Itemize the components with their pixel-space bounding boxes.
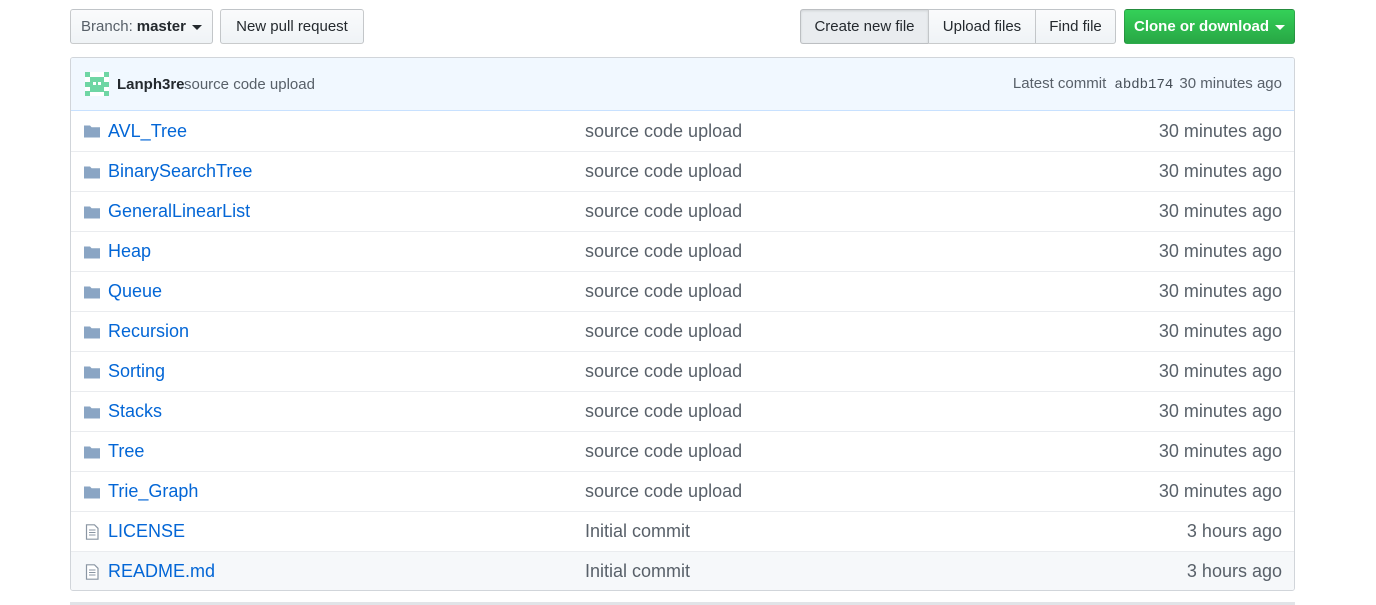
commit-sha[interactable]: abdb174 [1114,77,1173,93]
folder-icon [83,204,101,220]
file-list: Lanph3re source code upload Latest commi… [70,57,1295,591]
file-age: 30 minutes ago [1158,120,1282,141]
file-name-link[interactable]: AVL_Tree [108,121,187,142]
file-row: Stacks source code upload 30 minutes ago [71,391,1294,431]
file-age: 30 minutes ago [1158,441,1282,461]
clone-or-download-button[interactable]: Clone or download [1124,9,1295,44]
file-name-link[interactable]: Tree [108,441,144,462]
new-pull-request-button[interactable]: New pull request [220,9,364,44]
file-age: 30 minutes ago [1158,321,1282,341]
file-name-link[interactable]: Stacks [108,401,162,422]
folder-icon [83,324,101,340]
file-commit-message[interactable]: Initial commit [585,561,690,582]
file-age: 30 minutes ago [1158,201,1282,221]
latest-commit-bar: Lanph3re source code upload Latest commi… [71,58,1294,111]
upload-files-button[interactable]: Upload files [928,9,1036,44]
file-row: BinarySearchTree source code upload 30 min… [71,151,1294,191]
create-new-file-button[interactable]: Create new file [800,9,929,44]
folder-icon [83,164,101,180]
folder-icon [83,484,101,500]
file-name-link[interactable]: Queue [108,281,162,302]
file-row: README.md Initial commit 3 hours ago [71,551,1294,590]
folder-icon [83,364,101,380]
file-name-link[interactable]: README.md [108,561,215,582]
find-file-button[interactable]: Find file [1035,9,1116,44]
file-row: Heap source code upload 30 minutes ago [71,231,1294,271]
file-row: Tree source code upload 30 minutes ago [71,431,1294,471]
file-age: 30 minutes ago [1158,241,1282,261]
file-name-link[interactable]: Sorting [108,361,165,382]
file-commit-message[interactable]: source code upload [585,281,742,302]
chevron-down-icon [191,25,202,30]
file-commit-message[interactable]: source code upload [585,321,742,342]
file-icon [83,564,101,580]
commit-message[interactable]: source code upload [184,76,315,93]
commit-author[interactable]: Lanph3re [117,76,185,93]
folder-icon [83,284,101,300]
file-age: 3 hours ago [1186,561,1282,581]
branch-label: Branch: [81,18,133,35]
file-age: 30 minutes ago [1158,401,1282,421]
commit-age: 30 minutes ago [1179,75,1282,92]
avatar[interactable] [85,72,109,96]
folder-icon [83,123,101,139]
file-row: LICENSE Initial commit 3 hours ago [71,511,1294,551]
file-row: Trie_Graph source code upload 30 minutes a… [71,471,1294,511]
file-name-link[interactable]: LICENSE [108,521,185,542]
folder-icon [83,404,101,420]
file-name-link[interactable]: Trie_Graph [108,481,198,502]
file-age: 3 hours ago [1186,521,1282,541]
chevron-down-icon [1275,25,1285,30]
branch-select-button[interactable]: Branch: master [70,9,213,44]
file-name-link[interactable]: Heap [108,241,151,262]
file-commit-message[interactable]: source code upload [585,241,742,262]
file-commit-message[interactable]: source code upload [585,361,742,382]
file-commit-message[interactable]: source code upload [585,441,742,462]
file-name-link[interactable]: Recursion [108,321,189,342]
branch-value: master [136,18,186,35]
file-age: 30 minutes ago [1158,361,1282,381]
file-commit-message[interactable]: source code upload [585,121,742,142]
file-name-link[interactable]: GeneralLinearList [108,201,250,222]
file-age: 30 minutes ago [1158,481,1282,501]
file-commit-message[interactable]: source code upload [585,401,742,422]
file-icon [83,524,101,540]
file-row: Sorting source code upload 30 minutes ago [71,351,1294,391]
clone-label: Clone or download [1134,18,1269,35]
latest-commit-info: Latest commit abdb174 30 minutes ago [1013,75,1282,93]
file-actions-group: Create new file Upload files Find file [800,9,1116,44]
file-commit-message[interactable]: Initial commit [585,521,690,542]
file-commit-message[interactable]: source code upload [585,161,742,182]
file-row: GeneralLinearList source code upload 30 mi… [71,191,1294,231]
folder-icon [83,244,101,260]
file-name-link[interactable]: BinarySearchTree [108,161,252,182]
latest-commit-label: Latest commit [1012,75,1107,92]
folder-icon [83,444,101,460]
file-commit-message[interactable]: source code upload [585,201,742,222]
file-row: Recursion source code upload 30 minutes ag… [71,311,1294,351]
file-row: AVL_Tree source code upload 30 minutes ago [71,111,1294,151]
file-commit-message[interactable]: source code upload [585,481,742,502]
file-row: Queue source code upload 30 minutes ago [71,271,1294,311]
file-age: 30 minutes ago [1158,161,1282,181]
file-age: 30 minutes ago [1158,281,1282,301]
